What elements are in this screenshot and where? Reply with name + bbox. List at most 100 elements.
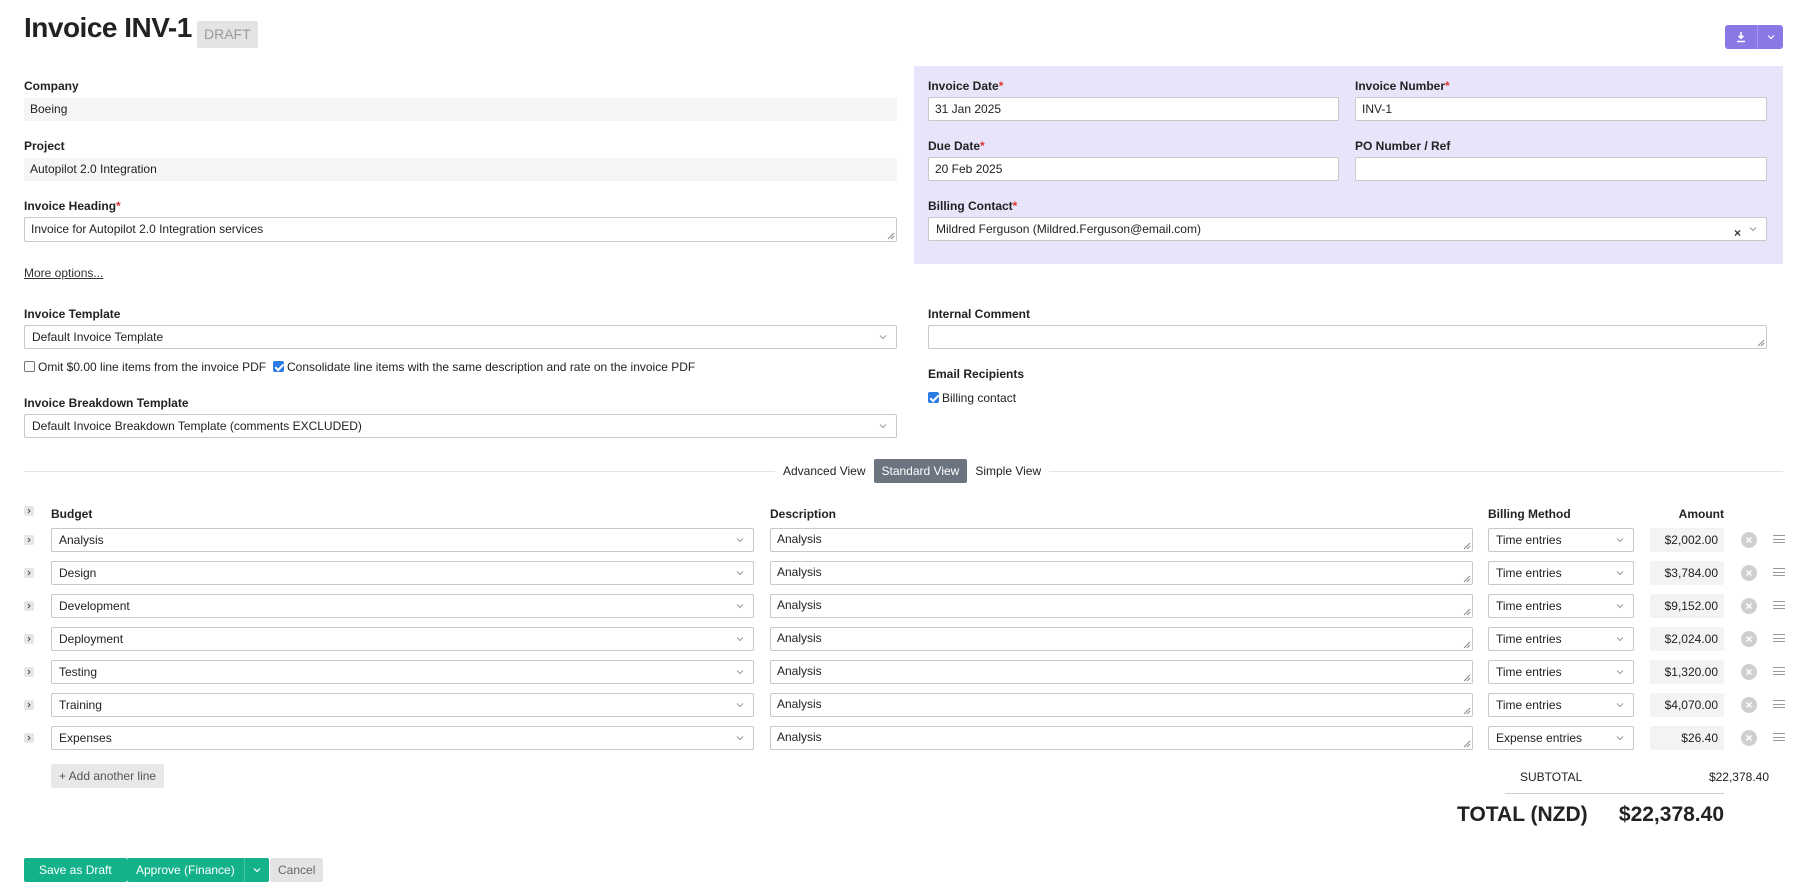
amount-value: $2,024.00 (1650, 627, 1724, 651)
remove-line-button[interactable] (1741, 598, 1757, 614)
chevron-down-icon (1616, 703, 1624, 708)
description-input[interactable]: Analysis (770, 528, 1473, 552)
drag-handle-icon[interactable] (1773, 634, 1785, 642)
chevron-right-icon (27, 669, 31, 675)
breakdown-template-value: Default Invoice Breakdown Template (comm… (32, 419, 362, 433)
drag-handle-icon[interactable] (1773, 667, 1785, 675)
drag-handle-icon[interactable] (1773, 535, 1785, 543)
cancel-button[interactable]: Cancel (270, 858, 324, 882)
remove-line-button[interactable] (1741, 565, 1757, 581)
chevron-right-icon (27, 570, 31, 576)
drag-handle-icon[interactable] (1773, 568, 1785, 576)
expand-row-button[interactable] (24, 568, 34, 578)
expand-row-button[interactable] (24, 667, 34, 677)
chevron-down-icon (1767, 35, 1774, 40)
internal-comment-input[interactable] (928, 325, 1767, 349)
invoice-heading-input[interactable]: Invoice for Autopilot 2.0 Integration se… (24, 217, 897, 242)
expand-all-button[interactable] (24, 506, 34, 516)
resize-grip-icon[interactable] (1463, 674, 1471, 682)
billing-contact-select[interactable]: Mildred Ferguson (Mildred.Ferguson@email… (928, 217, 1767, 241)
chevron-down-icon (879, 335, 887, 340)
clear-icon[interactable]: × (1734, 222, 1741, 244)
description-input[interactable]: Analysis (770, 660, 1473, 684)
resize-grip-icon[interactable] (1463, 641, 1471, 649)
expand-row-button[interactable] (24, 535, 34, 545)
po-number-label: PO Number / Ref (1355, 139, 1451, 153)
billing-method-select[interactable]: Time entries (1488, 627, 1634, 651)
chevron-down-icon (736, 604, 744, 609)
billing-contact-recipient-label: Billing contact (942, 390, 1017, 405)
standard-view-button[interactable]: Standard View (873, 459, 968, 483)
invoice-date-input[interactable]: 31 Jan 2025 (928, 97, 1339, 121)
billing-method-select[interactable]: Time entries (1488, 528, 1634, 552)
drag-handle-icon[interactable] (1773, 700, 1785, 708)
budget-select[interactable]: Design (51, 561, 754, 585)
remove-line-button[interactable] (1741, 532, 1757, 548)
approve-button[interactable]: Approve (Finance) (127, 858, 244, 882)
billing-method-select[interactable]: Time entries (1488, 561, 1634, 585)
budget-select[interactable]: Expenses (51, 726, 754, 750)
expand-row-button[interactable] (24, 700, 34, 710)
remove-line-button[interactable] (1741, 730, 1757, 746)
resize-grip-icon[interactable] (1463, 542, 1471, 550)
due-date-label: Due Date* (928, 139, 985, 153)
budget-select[interactable]: Analysis (51, 528, 754, 552)
resize-grip-icon[interactable] (1463, 707, 1471, 715)
remove-line-button[interactable] (1741, 664, 1757, 680)
page-title: Invoice INV-1 (24, 12, 192, 43)
billing-method-select[interactable]: Expense entries (1488, 726, 1634, 750)
budget-select[interactable]: Testing (51, 660, 754, 684)
resize-grip-icon[interactable] (1757, 339, 1765, 347)
billing-method-value: Time entries (1496, 533, 1562, 547)
drag-handle-icon[interactable] (1773, 733, 1785, 741)
save-as-draft-button[interactable]: Save as Draft (24, 858, 127, 882)
advanced-view-button[interactable]: Advanced View (775, 459, 874, 483)
billing-method-select[interactable]: Time entries (1488, 660, 1634, 684)
description-input[interactable]: Analysis (770, 594, 1473, 618)
description-input[interactable]: Analysis (770, 693, 1473, 717)
more-options-link[interactable]: More options... (24, 266, 103, 280)
resize-grip-icon[interactable] (887, 232, 895, 240)
resize-grip-icon[interactable] (1463, 740, 1471, 748)
billing-contact-recipient-checkbox[interactable] (928, 392, 939, 404)
drag-handle-icon[interactable] (1773, 601, 1785, 609)
chevron-down-icon (1616, 604, 1624, 609)
resize-grip-icon[interactable] (1463, 608, 1471, 616)
budget-select[interactable]: Training (51, 693, 754, 717)
download-options-toggle[interactable] (1757, 25, 1783, 49)
billing-method-select[interactable]: Time entries (1488, 693, 1634, 717)
description-input[interactable]: Analysis (770, 561, 1473, 585)
billing-method-column-header: Billing Method (1488, 507, 1571, 521)
omit-zero-checkbox[interactable] (24, 361, 35, 373)
budget-select[interactable]: Deployment (51, 627, 754, 651)
consolidate-label: Consolidate line items with the same des… (287, 359, 696, 374)
due-date-input[interactable]: 20 Feb 2025 (928, 157, 1339, 181)
description-value: Analysis (777, 598, 822, 612)
remove-line-button[interactable] (1741, 697, 1757, 713)
expand-row-button[interactable] (24, 634, 34, 644)
expand-row-button[interactable] (24, 733, 34, 743)
download-button[interactable] (1725, 25, 1757, 49)
billing-method-select[interactable]: Time entries (1488, 594, 1634, 618)
invoice-template-select[interactable]: Default Invoice Template (24, 325, 897, 349)
description-input[interactable]: Analysis (770, 726, 1473, 750)
consolidate-checkbox[interactable] (273, 361, 284, 373)
expand-row-button[interactable] (24, 601, 34, 611)
project-label: Project (24, 139, 65, 153)
approve-options-toggle[interactable] (243, 858, 269, 882)
billing-method-value: Time entries (1496, 698, 1562, 712)
chevron-down-icon (736, 637, 744, 642)
budget-select[interactable]: Development (51, 594, 754, 618)
add-line-button[interactable]: + Add another line (51, 764, 165, 788)
subtotal-value: $22,378.40 (1708, 770, 1769, 784)
simple-view-button[interactable]: Simple View (967, 459, 1049, 483)
remove-line-button[interactable] (1741, 631, 1757, 647)
invoice-number-input[interactable]: INV-1 (1355, 97, 1767, 121)
resize-grip-icon[interactable] (1463, 575, 1471, 583)
breakdown-template-select[interactable]: Default Invoice Breakdown Template (comm… (24, 414, 897, 438)
po-number-input[interactable] (1355, 157, 1767, 181)
close-icon (1745, 668, 1753, 676)
description-column-header: Description (770, 507, 837, 521)
chevron-down-icon (1616, 571, 1624, 576)
description-input[interactable]: Analysis (770, 627, 1473, 651)
